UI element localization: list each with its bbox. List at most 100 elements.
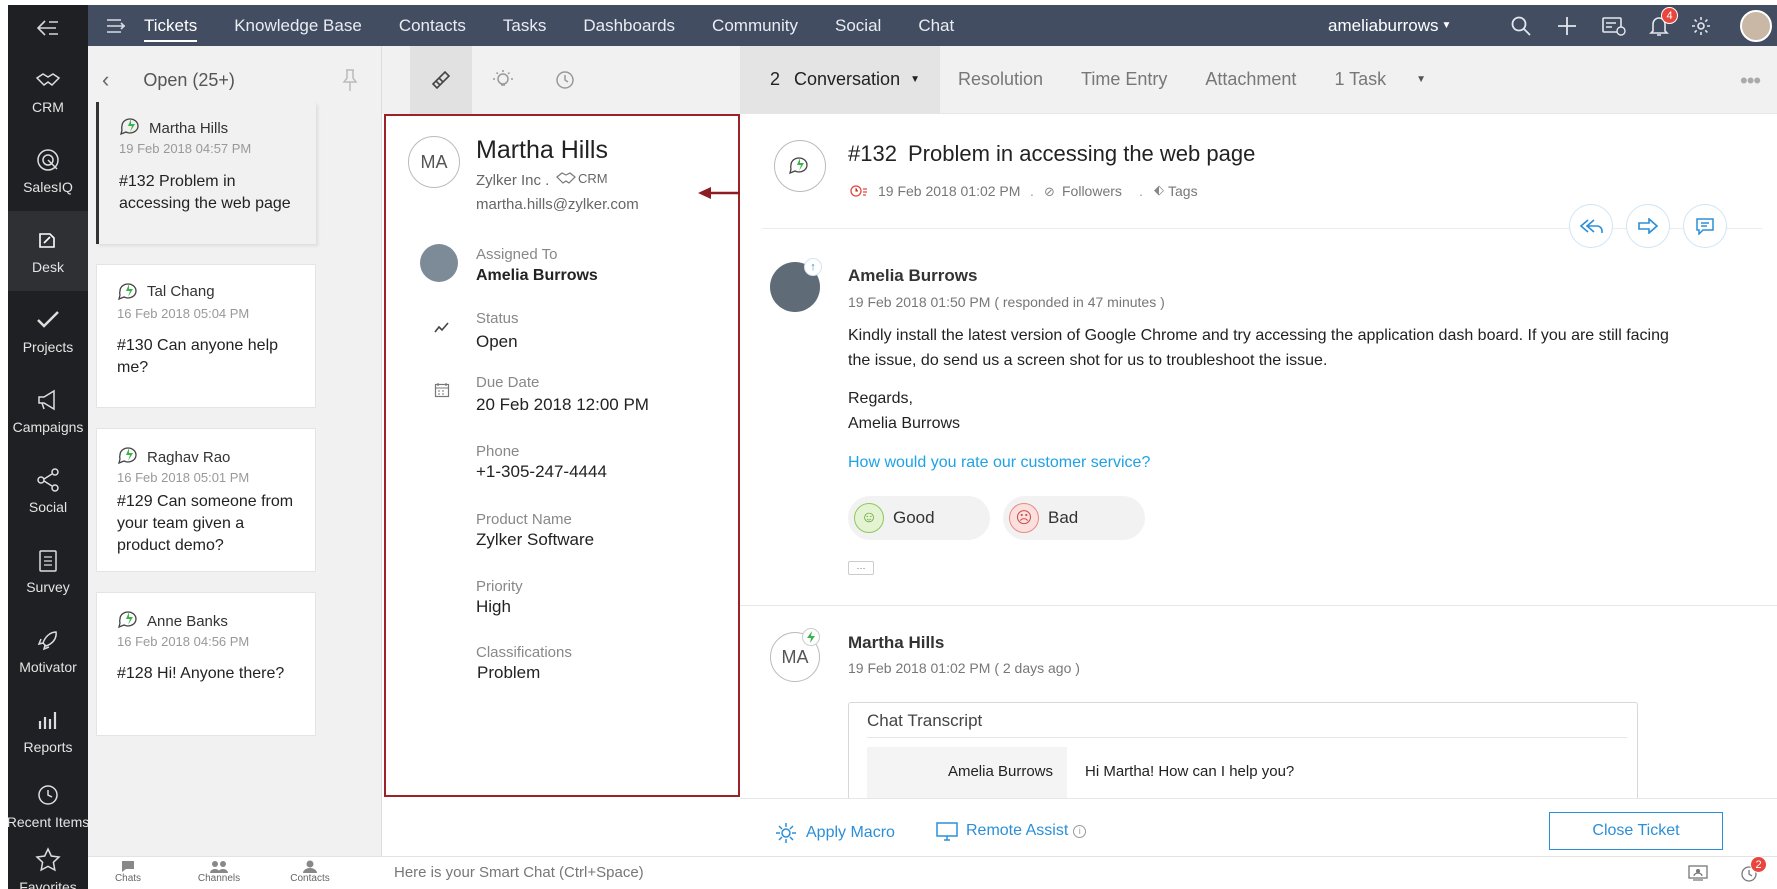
add-icon[interactable]	[1554, 13, 1580, 39]
settings-gear-icon[interactable]	[1688, 13, 1714, 39]
bottom-tab-channels[interactable]: Channels	[179, 860, 259, 884]
classifications-value[interactable]: Problem	[477, 663, 540, 683]
agent-avatar	[420, 244, 458, 282]
rail-item-motivator[interactable]: Motivator	[8, 611, 88, 691]
ticket-properties-tab-icon[interactable]	[410, 46, 472, 114]
forward-button[interactable]	[1626, 204, 1670, 248]
pin-icon[interactable]	[342, 68, 358, 97]
properties-tabs	[382, 46, 740, 114]
presentation-icon[interactable]	[1688, 865, 1708, 886]
phone-value[interactable]: +1-305-247-4444	[476, 462, 607, 482]
tab-resolution[interactable]: Resolution	[958, 69, 1043, 90]
tab-attachment[interactable]: Attachment	[1205, 69, 1296, 90]
priority-value[interactable]: High	[476, 597, 511, 617]
priority-label: Priority	[476, 578, 523, 595]
thread-meta: 19 Feb 2018 01:50 PM ( responded in 47 m…	[848, 294, 1165, 310]
nav-tab-dashboards[interactable]: Dashboards	[583, 5, 675, 46]
menu-toggle-icon[interactable]	[88, 18, 144, 34]
remote-assist-button[interactable]: Remote Assist i	[936, 821, 1087, 841]
bottom-tab-label: Channels	[197, 873, 241, 884]
user-avatar[interactable]	[1740, 10, 1772, 42]
history-tab-icon[interactable]	[534, 46, 596, 114]
contact-name[interactable]: Martha Hills	[476, 136, 608, 165]
feed-icon[interactable]	[1601, 13, 1627, 39]
reply-all-button[interactable]	[1569, 204, 1613, 248]
info-icon[interactable]: i	[1073, 824, 1087, 838]
nav-tab-chat[interactable]: Chat	[918, 5, 954, 46]
rate-bad-button[interactable]: ☹ Bad	[1003, 496, 1145, 540]
rail-label: Recent Items	[6, 814, 90, 830]
rail-item-social[interactable]: Social	[8, 451, 88, 531]
contact-email[interactable]: martha.hills@zylker.com	[476, 196, 639, 213]
conversation-count: 2	[770, 69, 781, 89]
ticket-card[interactable]: Raghav Rao 16 Feb 2018 05:01 PM #129 Can…	[96, 428, 316, 572]
rail-item-crm[interactable]: CRM	[8, 51, 88, 131]
assigned-to-value[interactable]: Amelia Burrows	[476, 267, 598, 285]
lightbulb-tab-icon[interactable]	[472, 46, 534, 114]
chevron-down-icon: ▼	[910, 74, 920, 85]
rail-item-recent-items[interactable]: Recent Items	[6, 771, 90, 841]
ticket-number: #132	[848, 141, 897, 166]
bar-chart-icon	[38, 712, 57, 729]
ticket-card[interactable]: Tal Chang 16 Feb 2018 05:04 PM #130 Can …	[96, 264, 316, 408]
alarm-clock-icon[interactable]: 2	[1740, 856, 1767, 887]
tab-task[interactable]: 1 Task	[1334, 69, 1386, 90]
followers-link[interactable]: Followers	[1062, 183, 1122, 199]
ticket-channel-icon	[117, 609, 141, 636]
ticket-card[interactable]: Martha Hills 19 Feb 2018 04:57 PM #132 P…	[96, 102, 316, 244]
rail-item-desk[interactable]: Desk	[8, 211, 88, 291]
show-quoted-button[interactable]: ···	[848, 561, 874, 575]
ticket-subject: #128 Hi! Anyone there?	[117, 665, 285, 682]
rail-label: Desk	[32, 259, 64, 275]
rail-item-favorites[interactable]: Favorites	[8, 841, 88, 889]
search-icon[interactable]	[1508, 13, 1534, 39]
checkmark-icon	[37, 311, 59, 328]
due-timer-icon	[850, 184, 868, 203]
smart-chat-input[interactable]: Here is your Smart Chat (Ctrl+Space)	[394, 864, 644, 881]
status-value[interactable]: Open	[476, 332, 518, 352]
rail-item-salesiq[interactable]: SalesIQ	[8, 131, 88, 211]
product-name-value[interactable]: Zylker Software	[476, 530, 594, 550]
rail-item-survey[interactable]: Survey	[8, 531, 88, 611]
crm-link[interactable]: CRM	[578, 171, 608, 186]
rate-good-button[interactable]: ☺ Good	[848, 496, 990, 540]
ticket-list-panel: ‹ Open (25+) Martha Hills 19 Feb 2018 04…	[88, 46, 382, 856]
user-menu[interactable]: ameliaburrows ▼	[1328, 5, 1451, 46]
due-date-value[interactable]: 20 Feb 2018 12:00 PM	[476, 395, 649, 415]
close-ticket-button[interactable]: Close Ticket	[1549, 812, 1723, 850]
rail-item-reports[interactable]: Reports	[8, 691, 88, 771]
nav-tab-social[interactable]: Social	[835, 5, 881, 46]
notifications-bell-icon[interactable]: 4	[1646, 7, 1678, 39]
view-title[interactable]: Open (25+)	[143, 70, 235, 91]
apply-macro-button[interactable]: Apply Macro	[774, 821, 895, 845]
nav-tab-knowledge-base[interactable]: Knowledge Base	[234, 5, 362, 46]
comment-button[interactable]	[1683, 204, 1727, 248]
rail-label: Survey	[26, 579, 70, 595]
ticket-contact-name: Anne Banks	[147, 613, 228, 630]
apply-macro-label: Apply Macro	[806, 824, 895, 841]
nav-tab-tasks[interactable]: Tasks	[503, 5, 546, 46]
collapse-menu-icon[interactable]	[8, 5, 88, 51]
more-options-icon[interactable]: •••	[1740, 68, 1761, 94]
desk-icon	[39, 233, 55, 248]
nav-tab-community[interactable]: Community	[712, 5, 798, 46]
back-chevron-icon[interactable]: ‹	[102, 67, 109, 93]
thread-regards: Regards,	[848, 390, 913, 407]
bottom-tab-contacts[interactable]: Contacts	[270, 860, 350, 884]
nav-tab-tickets[interactable]: Tickets	[144, 5, 198, 46]
bottom-tab-chats[interactable]: Chats	[88, 860, 168, 884]
ticket-subject: #130 Can anyone help me?	[117, 337, 279, 376]
nav-tab-contacts[interactable]: Contacts	[399, 5, 466, 46]
ticket-card[interactable]: Anne Banks 16 Feb 2018 04:56 PM #128 Hi!…	[96, 592, 316, 736]
tab-time-entry[interactable]: Time Entry	[1081, 69, 1167, 90]
ticket-contact-name: Martha Hills	[149, 120, 229, 137]
more-tabs-chevron-icon[interactable]: ▼	[1416, 74, 1426, 85]
rail-item-campaigns[interactable]: Campaigns	[8, 371, 88, 451]
tab-conversation[interactable]: 2 Conversation ▼	[740, 45, 940, 114]
classifications-label: Classifications	[476, 644, 572, 661]
ticket-subject-title[interactable]: Problem in accessing the web page	[908, 141, 1255, 167]
separator-dot: .	[1030, 183, 1034, 199]
rail-item-projects[interactable]: Projects	[8, 291, 88, 371]
rail-label: Projects	[22, 339, 74, 355]
tags-link[interactable]: Tags	[1168, 183, 1198, 199]
